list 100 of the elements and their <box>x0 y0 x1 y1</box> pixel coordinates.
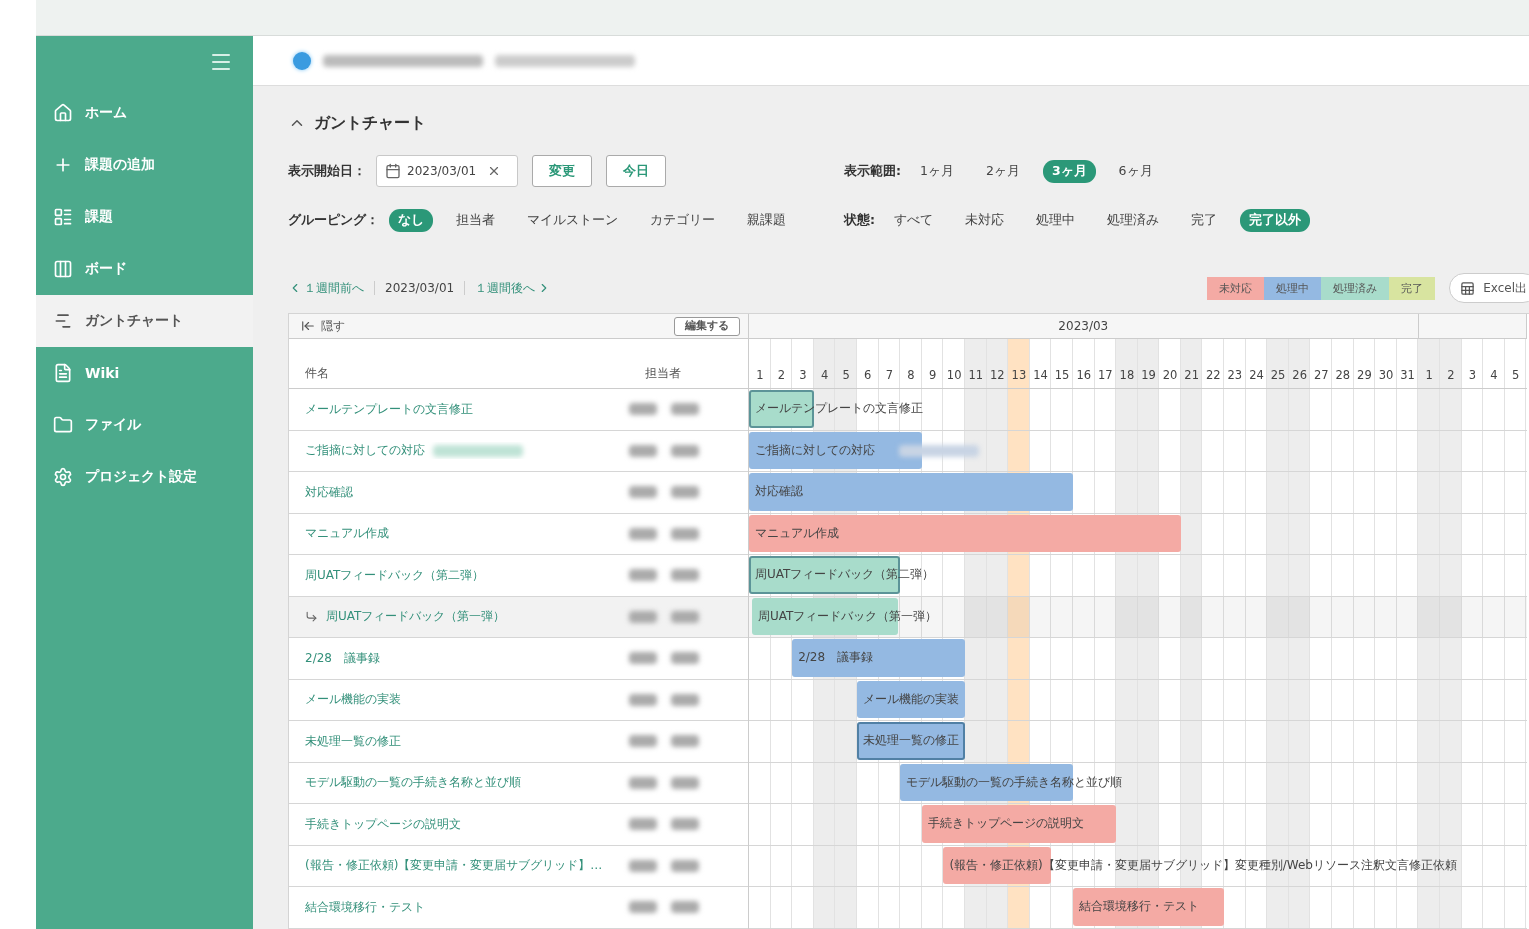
project-icon <box>293 51 311 70</box>
date-field[interactable]: 2023/03/01 <box>376 155 518 187</box>
task-bar[interactable] <box>857 722 965 760</box>
filter-label: 表示開始日： <box>288 162 366 180</box>
blurred-text <box>671 486 699 499</box>
grouping-option[interactable]: 担当者 <box>447 208 504 232</box>
calendar-icon <box>385 163 401 179</box>
blurred-text <box>671 610 699 623</box>
task-title-link[interactable]: (報告・修正依頼)【変更申請・変更届サブグリッド】… <box>305 857 603 875</box>
day-number: 3 <box>798 368 808 382</box>
day-number: 2 <box>1446 368 1456 382</box>
task-title-link[interactable]: メール機能の実装 <box>305 691 401 709</box>
date-input[interactable]: 2023/03/01 <box>407 164 481 178</box>
task-bar[interactable] <box>857 680 965 718</box>
status-option[interactable]: 完了以外 <box>1240 208 1310 232</box>
day-number: 7 <box>884 368 894 382</box>
day-number: 27 <box>1312 368 1330 382</box>
task-title-link[interactable]: ご指摘に対しての対応 <box>305 442 425 460</box>
task-bar-label: 未処理一覧の修正 <box>863 731 959 749</box>
task-title-link[interactable]: マニュアル作成 <box>305 525 389 543</box>
task-bar[interactable] <box>900 763 1073 801</box>
blurred-text <box>671 818 699 831</box>
blurred-text <box>671 735 699 748</box>
task-title-link[interactable]: 2/28 議事録 <box>305 649 380 667</box>
column-header: 件名 <box>304 365 330 382</box>
day-number: 9 <box>927 368 938 382</box>
task-bar-label: 周UATフィードバック（第一弾） <box>758 607 938 625</box>
grouping-option[interactable]: 親課題 <box>738 208 795 232</box>
sidebar-item[interactable]: ガントチャート <box>36 295 253 347</box>
range-option[interactable]: 2ヶ月 <box>976 159 1029 183</box>
task-title-link[interactable]: 未処理一覧の修正 <box>305 732 401 750</box>
previous-week-link[interactable]: １週間前へ <box>288 279 364 297</box>
status-option[interactable]: すべて <box>885 208 942 232</box>
day-number: 31 <box>1399 368 1416 382</box>
blurred-text <box>629 486 657 499</box>
task-title-link[interactable]: 結合環境移行・テスト <box>305 898 425 916</box>
task-title-link[interactable]: 手続きトップページの説明文 <box>305 815 461 833</box>
today-button[interactable]: 今日 <box>606 155 666 187</box>
task-title-link[interactable]: モデル駆動の一覧の手続き名称と並び順 <box>305 774 521 792</box>
sidebar-item[interactable]: ボード <box>36 243 253 295</box>
file-icon <box>53 415 73 435</box>
sidebar-item[interactable]: ホーム <box>36 87 253 139</box>
clear-icon[interactable] <box>487 164 501 178</box>
blurred-text <box>671 527 699 540</box>
blurred-text <box>671 901 699 914</box>
day-number: 24 <box>1248 368 1265 382</box>
range-option[interactable]: 1ヶ月 <box>911 159 963 183</box>
task-bar[interactable] <box>943 846 1052 884</box>
task-title-link[interactable]: 周UATフィードバック（第一弾） <box>326 608 506 626</box>
task-bar[interactable] <box>749 431 922 469</box>
settings-icon <box>53 467 73 487</box>
range-option[interactable]: 6ヶ月 <box>1109 159 1162 183</box>
task-bar-label: 結合環境移行・テスト <box>1079 897 1199 915</box>
legend-item: 処理済み <box>1321 276 1390 300</box>
day-number: 10 <box>945 368 963 382</box>
blurred-text <box>629 444 657 457</box>
task-bar[interactable] <box>749 390 814 428</box>
status-option[interactable]: 処理済み <box>1098 208 1168 232</box>
day-number: 1 <box>755 368 765 382</box>
task-bar[interactable] <box>921 805 1117 843</box>
sidebar-item[interactable]: プロジェクト設定 <box>36 451 253 503</box>
blurred-text <box>629 859 657 872</box>
day-number: 5 <box>841 368 851 382</box>
day-number: 28 <box>1334 368 1352 382</box>
task-bar-label: 2/28 議事録 <box>798 648 874 666</box>
current-date: 2023/03/01 <box>374 281 466 295</box>
sidebar-item[interactable]: 課題 <box>36 191 253 243</box>
day-number: 25 <box>1269 368 1287 382</box>
filter-label: 状態: <box>844 211 875 229</box>
status-option[interactable]: 処理中 <box>1027 208 1084 232</box>
change-button[interactable]: 変更 <box>532 155 592 187</box>
sidebar-item[interactable]: Wiki <box>36 347 253 399</box>
day-number: 26 <box>1291 368 1308 382</box>
day-number: 18 <box>1118 368 1136 382</box>
next-week-link[interactable]: １週間後へ <box>475 279 552 297</box>
legend-item: 未対応 <box>1207 276 1265 300</box>
hide-link[interactable]: 隠す <box>301 317 345 335</box>
task-bar-label: メールテンプレートの文言修正 <box>755 399 923 417</box>
blurred-text <box>629 901 657 914</box>
status-option[interactable]: 完了 <box>1182 208 1226 232</box>
grouping-option[interactable]: マイルストーン <box>518 208 627 232</box>
grouping-option[interactable]: なし <box>389 208 433 232</box>
task-title-link[interactable]: 周UATフィードバック（第二弾） <box>305 566 485 584</box>
legend-item: 完了 <box>1389 276 1436 300</box>
blurred-text <box>629 818 657 831</box>
day-number: 6 <box>863 368 873 382</box>
excel-export-button[interactable]: Excel出 <box>1449 273 1529 303</box>
day-number: 19 <box>1140 368 1157 382</box>
task-bar[interactable] <box>1073 888 1225 926</box>
status-option[interactable]: 未対応 <box>956 208 1013 232</box>
task-title-link[interactable]: メールテンプレートの文言修正 <box>305 400 473 418</box>
range-option[interactable]: 3ヶ月 <box>1042 159 1096 183</box>
gantt-icon <box>53 311 73 331</box>
blurred-text <box>671 569 699 582</box>
task-title-link[interactable]: 対応確認 <box>305 483 353 501</box>
edit-button[interactable]: 編集する <box>674 316 740 336</box>
sidebar-item[interactable]: 課題の追加 <box>36 139 253 191</box>
grouping-option[interactable]: カテゴリー <box>641 208 724 232</box>
day-number: 4 <box>1489 368 1499 382</box>
sidebar-item[interactable]: ファイル <box>36 399 253 451</box>
